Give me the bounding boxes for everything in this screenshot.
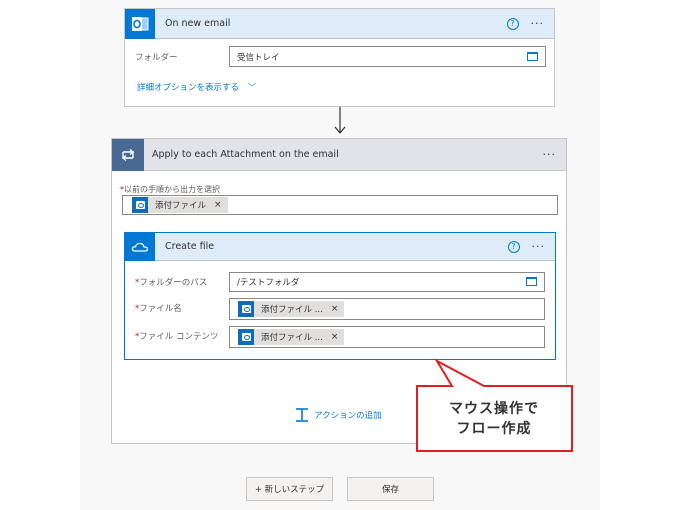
remove-token-icon[interactable]: × [214,200,222,210]
folder-picker-icon[interactable] [527,51,538,61]
attachments-token-label: 添付ファイル [155,201,207,211]
apply-to-each-header[interactable]: Apply to each Attachment on the email ··… [112,138,566,171]
callout-text: マウス操作で フロー作成 [416,386,572,451]
outlook-token-icon [238,329,254,345]
more-options-icon[interactable]: ··· [531,18,545,29]
trigger-card-header[interactable]: On new email ? ··· [125,8,554,39]
select-output-label: *以前の手順から出力を選択 [120,184,220,195]
file-content-token-label: 添付ファイル ... [261,333,323,343]
file-name-token[interactable]: 添付ファイル ... × [238,301,345,317]
save-button[interactable]: 保存 [347,477,434,501]
file-content-label: *ファイル コンテンツ [135,330,218,342]
select-output-label-text: 以前の手順から出力を選択 [124,185,220,194]
outlook-token-icon [238,301,254,317]
add-action-icon [296,408,308,422]
outlook-icon [125,8,155,39]
folder-label: フォルダー [135,53,178,63]
trigger-title: On new email [165,18,231,29]
create-file-header[interactable]: Create file ? ··· [125,232,555,261]
apply-to-each-title: Apply to each Attachment on the email [152,149,339,160]
file-content-label-text: ファイル コンテンツ [139,332,219,342]
folder-path-value: /テストフォルダ [237,278,300,288]
new-step-button[interactable]: + 新しいステップ [246,477,333,501]
folder-picker-icon[interactable] [526,277,537,286]
folder-path-label: *フォルダーのパス [135,276,207,288]
file-name-label: *ファイル名 [135,302,182,314]
file-content-input[interactable]: 添付ファイル ... × [229,326,545,348]
folder-path-label-text: フォルダーのパス [139,278,208,288]
trigger-card: On new email ? ··· フォルダー 受信トレイ 詳細オプションを表… [124,8,555,107]
more-options-icon[interactable]: ··· [532,241,546,252]
advanced-options-link[interactable]: 詳細オプションを表示する ﹀ [137,81,256,93]
advanced-options-label: 詳細オプションを表示する [137,83,240,93]
onedrive-icon [125,232,155,261]
file-content-token[interactable]: 添付ファイル ... × [238,329,345,345]
file-name-input[interactable]: 添付ファイル ... × [229,298,545,320]
outlook-token-icon [132,197,148,213]
callout-line-1: マウス操作で [449,400,539,417]
create-file-card: Create file ? ··· *フォルダーのパス /テストフォルダ *ファ… [124,232,556,360]
file-name-token-label: 添付ファイル ... [261,305,323,315]
chevron-down-icon: ﹀ [247,83,257,93]
file-name-label-text: ファイル名 [139,304,182,314]
remove-token-icon[interactable]: × [331,332,339,342]
folder-input[interactable]: 受信トレイ [229,46,546,67]
add-action-label: アクションの追加 [314,411,382,421]
loop-icon [112,138,144,171]
remove-token-icon[interactable]: × [331,304,339,314]
add-action-link[interactable]: アクションの追加 [295,407,382,423]
more-options-icon[interactable]: ··· [543,149,557,160]
folder-path-input[interactable]: /テストフォルダ [229,272,545,292]
select-output-input[interactable]: 添付ファイル × [122,195,558,215]
folder-value: 受信トレイ [237,52,280,63]
connector-arrow [334,107,346,134]
attachments-token[interactable]: 添付ファイル × [132,197,228,213]
help-icon[interactable]: ? [506,17,519,30]
callout-line-2: フロー作成 [456,420,532,437]
create-file-title: Create file [165,241,215,252]
help-icon[interactable]: ? [507,240,520,253]
